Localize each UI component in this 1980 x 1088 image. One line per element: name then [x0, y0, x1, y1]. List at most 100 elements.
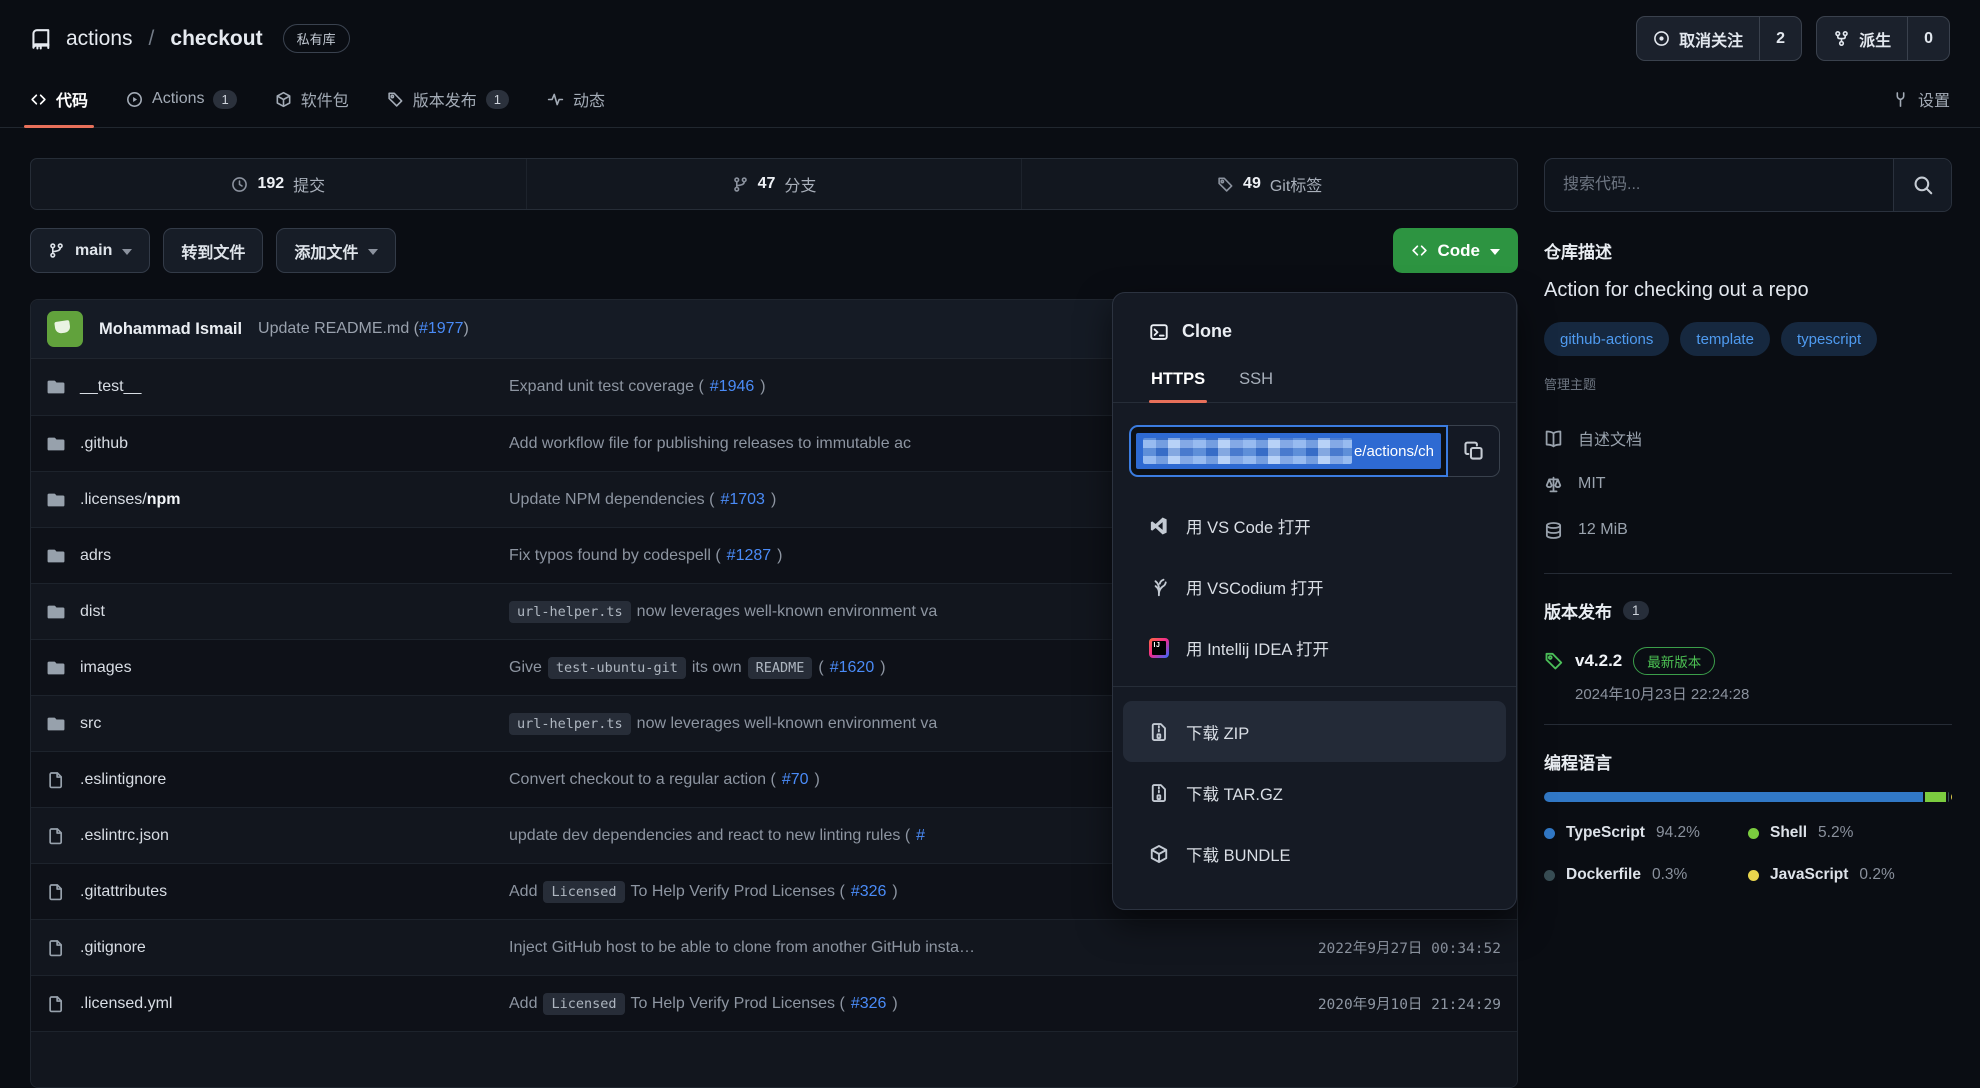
menu-item[interactable]: IJ用 Intellij IDEA 打开	[1123, 617, 1506, 678]
search-icon	[1912, 174, 1934, 196]
pr-link[interactable]: #70	[782, 771, 809, 789]
clone-tab-HTTPS[interactable]: HTTPS	[1149, 360, 1207, 402]
code-button[interactable]: Code	[1393, 228, 1519, 273]
tab-版本发布[interactable]: 版本发布 1	[387, 71, 509, 127]
language-name: Shell	[1770, 824, 1807, 842]
folder-icon	[47, 435, 65, 453]
tab-软件包[interactable]: 软件包	[275, 71, 349, 127]
language-pct: 0.2%	[1859, 866, 1894, 884]
file-link[interactable]: images	[80, 659, 132, 677]
file-link[interactable]: .eslintignore	[80, 771, 166, 789]
search-button[interactable]	[1893, 159, 1951, 211]
tab-代码[interactable]: 代码	[30, 71, 88, 127]
language-legend-item: TypeScript 94.2%	[1544, 824, 1748, 842]
meta-label: 自述文档	[1578, 426, 1642, 450]
message-text: Inject GitHub host to be able to clone f…	[509, 939, 975, 957]
message-text: )	[892, 883, 897, 901]
menu-item[interactable]: 用 VSCodium 打开	[1123, 556, 1506, 617]
language-name: Dockerfile	[1566, 866, 1641, 884]
file-link[interactable]: .gitattributes	[80, 883, 167, 901]
clone-tab-SSH[interactable]: SSH	[1237, 360, 1275, 402]
meta-item[interactable]: 自述文档	[1544, 415, 1952, 461]
commit-message-cell: Givetest-ubuntu-gitits ownREADME(#1620)	[509, 657, 1183, 679]
law-icon	[1544, 475, 1563, 494]
commit-message-cell: url-helper.tsnow leverages well-known en…	[509, 713, 1183, 735]
header-actions: 取消关注 2 派生 0	[1636, 16, 1950, 61]
commit-pr-link[interactable]: #1977	[419, 320, 464, 337]
branch-selector[interactable]: main	[30, 228, 150, 273]
topic-pill[interactable]: typescript	[1781, 322, 1877, 356]
tab-settings-label: 设置	[1918, 87, 1950, 111]
copy-url-button[interactable]	[1448, 425, 1500, 477]
stat-分支[interactable]: 47 分支	[526, 159, 1022, 209]
message-text: Add	[509, 995, 537, 1013]
pr-link[interactable]: #	[916, 827, 925, 845]
unwatch-button[interactable]: 取消关注	[1637, 17, 1759, 60]
download-menu: 下载 ZIP 下载 TAR.GZ 下载 BUNDLE	[1113, 695, 1516, 884]
commit-message-cell: Inject GitHub host to be able to clone f…	[509, 939, 1183, 957]
search-input[interactable]	[1545, 159, 1893, 211]
file-link[interactable]: .gitignore	[80, 939, 146, 957]
language-legend: TypeScript 94.2% Shell 5.2% Dockerfile 0…	[1544, 824, 1952, 884]
add-file-button[interactable]: 添加文件	[276, 228, 396, 273]
code-chip: Licensed	[543, 993, 624, 1015]
current-branch-label: main	[75, 242, 112, 260]
watchers-count[interactable]: 2	[1759, 17, 1801, 60]
latest-release-badge: 最新版本	[1633, 647, 1715, 675]
menu-item[interactable]: 用 VS Code 打开	[1123, 495, 1506, 556]
menu-item[interactable]: 下载 ZIP	[1123, 701, 1506, 762]
pr-link[interactable]: #1287	[727, 547, 772, 565]
file-link[interactable]: .licensed.yml	[80, 995, 172, 1013]
commit-message-cell: AddLicensedTo Help Verify Prod Licenses …	[509, 881, 1183, 903]
meta-item[interactable]: 12 MiB	[1544, 507, 1952, 553]
pr-link[interactable]: #326	[851, 995, 887, 1013]
meta-item[interactable]: MIT	[1544, 461, 1952, 507]
file-link[interactable]: .eslintrc.json	[80, 827, 169, 845]
tab-settings[interactable]: 设置	[1892, 71, 1950, 127]
avatar[interactable]	[47, 311, 83, 347]
repo-owner-link[interactable]: actions	[66, 27, 133, 51]
goto-file-button[interactable]: 转到文件	[163, 228, 263, 273]
stat-value: 47	[758, 175, 776, 193]
forks-count[interactable]: 0	[1907, 17, 1949, 60]
commit-author[interactable]: Mohammad Ismail	[99, 320, 242, 339]
file-link[interactable]: .github	[80, 435, 128, 453]
menu-item[interactable]: 下载 BUNDLE	[1123, 823, 1506, 884]
pr-link[interactable]: #1620	[830, 659, 875, 677]
file-link[interactable]: .licenses/npm	[80, 491, 180, 509]
sidebar: 仓库描述 Action for checking out a repo gith…	[1544, 158, 1952, 1088]
file-name-cell: .eslintignore	[47, 771, 509, 789]
language-pct: 94.2%	[1656, 824, 1700, 842]
menu-item[interactable]: 下载 TAR.GZ	[1123, 762, 1506, 823]
repo-name-link[interactable]: checkout	[170, 27, 262, 51]
file-icon	[47, 827, 65, 845]
file-link[interactable]: src	[80, 715, 101, 733]
fork-button[interactable]: 派生	[1817, 17, 1907, 60]
file-link[interactable]: adrs	[80, 547, 111, 565]
language-segment	[1951, 792, 1952, 802]
file-name-cell: .eslintrc.json	[47, 827, 509, 845]
content: 192 提交 47 分支 49 Git标签 main 转到文件 添加文件	[0, 128, 1980, 1088]
repo-stats-bar: 192 提交 47 分支 49 Git标签	[30, 158, 1518, 210]
topic-pill[interactable]: template	[1680, 322, 1770, 356]
tab-动态[interactable]: 动态	[547, 71, 605, 127]
release-version-link[interactable]: v4.2.2	[1575, 651, 1622, 671]
file-icon	[47, 771, 65, 789]
pr-link[interactable]: #326	[851, 883, 887, 901]
pr-link[interactable]: #1946	[710, 378, 755, 396]
releases-heading[interactable]: 版本发布	[1544, 598, 1612, 623]
file-icon	[47, 995, 65, 1013]
tab-Actions[interactable]: Actions 1	[126, 71, 237, 127]
manage-topics-link[interactable]: 管理主题	[1544, 374, 1952, 393]
message-text: Expand unit test coverage (	[509, 378, 704, 396]
file-link[interactable]: dist	[80, 603, 105, 621]
pr-link[interactable]: #1703	[720, 491, 765, 509]
tab-label: Actions	[152, 90, 204, 108]
topic-pill[interactable]: github-actions	[1544, 322, 1669, 356]
stat-Git标签[interactable]: 49 Git标签	[1021, 159, 1517, 209]
clone-url-input[interactable]: e/actions/ch	[1129, 425, 1448, 477]
message-text: )	[771, 491, 776, 509]
file-link[interactable]: __test__	[80, 378, 141, 396]
stat-提交[interactable]: 192 提交	[31, 159, 526, 209]
chevron-down-icon	[368, 249, 378, 255]
